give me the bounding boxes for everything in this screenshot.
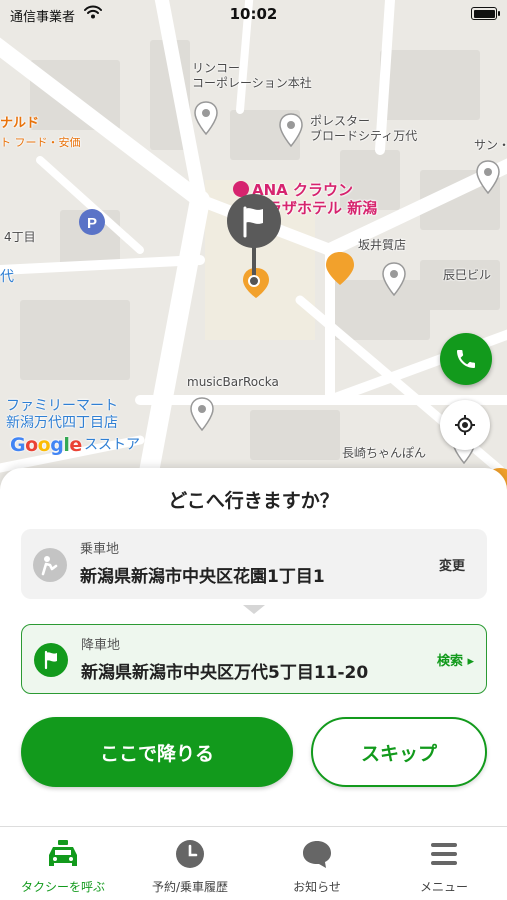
tab-label: 予約/乗車履歴 bbox=[151, 880, 229, 894]
map-poi-label: スストア bbox=[84, 437, 140, 453]
tab-label: メニュー bbox=[419, 880, 468, 894]
phone-icon bbox=[457, 350, 475, 368]
map-poi-label: ト フード・安価 bbox=[0, 136, 81, 149]
clock-icon bbox=[176, 840, 204, 868]
map-poi-label: ポレスター ブロードシティ万代 bbox=[310, 114, 418, 143]
map-poi-label: 坂井質店 bbox=[358, 238, 407, 252]
map-poi-label: 辰巳ビル bbox=[443, 268, 492, 282]
pickup-label: 乗車地 bbox=[80, 542, 120, 557]
taxi-icon bbox=[49, 840, 77, 866]
tab-bar: タクシーを呼ぶ 予約/乗車履歴 お知らせ メニュー bbox=[0, 826, 507, 900]
dropoff-address: 新潟県新潟市中央区万代5丁目11-20 bbox=[81, 663, 369, 683]
map-poi-label: 長崎ちゃんぽん bbox=[342, 446, 427, 460]
map-pin-icon[interactable] bbox=[279, 113, 303, 147]
call-button[interactable] bbox=[440, 333, 492, 385]
crosshair-icon bbox=[455, 415, 475, 435]
map-area-label: 4丁目 bbox=[4, 230, 36, 244]
google-logo: Google bbox=[10, 434, 82, 456]
map-pin-icon[interactable] bbox=[476, 160, 500, 194]
get-off-here-button[interactable]: ここで降りる bbox=[21, 717, 293, 787]
flag-icon bbox=[34, 643, 68, 677]
tab-notifications[interactable]: お知らせ bbox=[254, 827, 380, 900]
map-poi-label: ファミリーマート 新潟万代四丁目店 bbox=[6, 398, 118, 431]
skip-button[interactable]: スキップ bbox=[311, 717, 487, 787]
map-poi-label: musicBarRocka bbox=[187, 375, 279, 389]
current-location-button[interactable] bbox=[440, 400, 490, 450]
destination-sheet: どこへ行きますか？ 乗車地 新潟県新潟市中央区花園1丁目1 変更 降車地 新潟県… bbox=[0, 468, 507, 828]
dropoff-location-card[interactable]: 降車地 新潟県新潟市中央区万代5丁目11-20 検索 ▸ bbox=[21, 624, 487, 694]
map-pin-icon[interactable] bbox=[194, 101, 218, 135]
menu-icon bbox=[431, 843, 457, 865]
pickup-change-link[interactable]: 変更 bbox=[439, 555, 465, 574]
tab-label: タクシーを呼ぶ bbox=[20, 880, 105, 894]
pickup-location-card[interactable]: 乗車地 新潟県新潟市中央区花園1丁目1 変更 bbox=[21, 529, 487, 599]
map-pin-icon[interactable] bbox=[190, 397, 214, 431]
sheet-heading: どこへ行きますか？ bbox=[168, 490, 339, 512]
destination-flag-marker-icon[interactable] bbox=[224, 193, 284, 288]
map-pin-icon[interactable] bbox=[382, 262, 406, 296]
pickup-person-icon bbox=[33, 548, 67, 582]
chat-bubble-icon bbox=[303, 841, 331, 868]
svg-text:P: P bbox=[87, 215, 97, 232]
tab-reservation-history[interactable]: 予約/乗車履歴 bbox=[127, 827, 253, 900]
tab-label: お知らせ bbox=[293, 880, 341, 894]
dropoff-search-link[interactable]: 検索 ▸ bbox=[437, 650, 474, 669]
map-poi-label: サン・ bbox=[474, 138, 507, 152]
dropoff-label: 降車地 bbox=[81, 638, 121, 653]
pickup-address: 新潟県新潟市中央区花園1丁目1 bbox=[80, 567, 325, 587]
status-time: 10:02 bbox=[229, 5, 278, 23]
google-logo-text: Google bbox=[10, 434, 82, 456]
status-bar: 通信事業者 10:02 bbox=[0, 0, 507, 30]
map-area-label: 代 bbox=[0, 269, 14, 285]
battery-icon bbox=[471, 7, 500, 20]
map-poi-label: リンコー コーポレーション本社 bbox=[192, 61, 312, 90]
route-arrow-icon bbox=[243, 605, 265, 614]
map-view[interactable]: P リンコー コーポレーション本社 ポレスター ブロードシティ万代 サン・ ナル… bbox=[0, 0, 507, 520]
tab-menu[interactable]: メニュー bbox=[381, 827, 507, 900]
tab-call-taxi[interactable]: タクシーを呼ぶ bbox=[0, 827, 126, 900]
map-poi-label: ナルド bbox=[0, 116, 40, 131]
